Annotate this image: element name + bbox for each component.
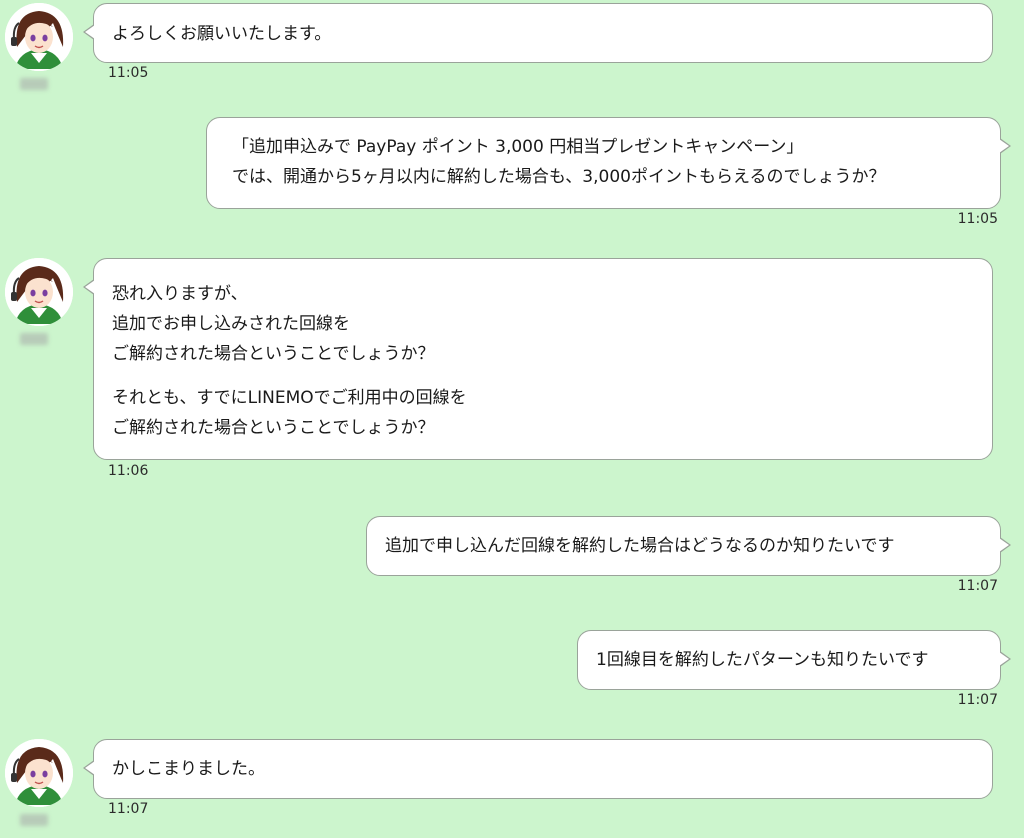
message-text: よろしくお願いいたします。: [112, 24, 332, 44]
message-text: 1回線目を解約したパターンも知りたいです: [596, 650, 929, 670]
agent-message-bubble: 恐れ入りますが、 追加でお申し込みされた回線を ご解約された場合ということでしょ…: [83, 258, 993, 460]
message-text-line: それとも、すでにLINEMOでご利用中の回線を: [112, 388, 467, 408]
message-timestamp: 11:05: [957, 211, 998, 227]
message-text-line: ご解約された場合ということでしょうか？: [112, 418, 435, 438]
agent-name-blurred: [20, 333, 48, 345]
message-timestamp: 11:07: [957, 578, 998, 594]
user-message-bubble: 「追加申込みで PayPay ポイント 3,000 円相当プレゼントキャンペーン…: [206, 117, 1011, 209]
user-message-bubble: 追加で申し込んだ回線を解約した場合はどうなるのか知りたいです: [366, 516, 1011, 576]
message-text-line: 「追加申込みで PayPay ポイント 3,000 円相当プレゼントキャンペーン…: [232, 137, 804, 157]
agent-name-blurred: [20, 814, 48, 826]
message-timestamp: 11:06: [108, 463, 149, 479]
agent-avatar-icon: [5, 739, 73, 807]
agent-avatar: [5, 739, 73, 807]
message-text: かしこまりました。: [112, 759, 265, 779]
agent-avatar-icon: [5, 258, 73, 326]
message-text-line: 追加でお申し込みされた回線を: [112, 314, 350, 334]
message-timestamp: 11:05: [108, 65, 149, 81]
agent-message-bubble: かしこまりました。: [83, 739, 993, 799]
message-text: 追加で申し込んだ回線を解約した場合はどうなるのか知りたいです: [385, 536, 895, 556]
agent-avatar: [5, 3, 73, 71]
message-text-line: 恐れ入りますが、: [112, 284, 248, 304]
agent-avatar-icon: [5, 3, 73, 71]
agent-message-bubble: よろしくお願いいたします。: [83, 3, 993, 63]
agent-avatar: [5, 258, 73, 326]
agent-name-blurred: [20, 78, 48, 90]
message-timestamp: 11:07: [108, 801, 149, 817]
message-text-line: ご解約された場合ということでしょうか？: [112, 344, 435, 364]
message-timestamp: 11:07: [957, 692, 998, 708]
message-text-line: では、開通から5ヶ月以内に解約した場合も、3,000ポイントもらえるのでしょうか…: [232, 167, 886, 187]
user-message-bubble: 1回線目を解約したパターンも知りたいです: [577, 630, 1011, 690]
